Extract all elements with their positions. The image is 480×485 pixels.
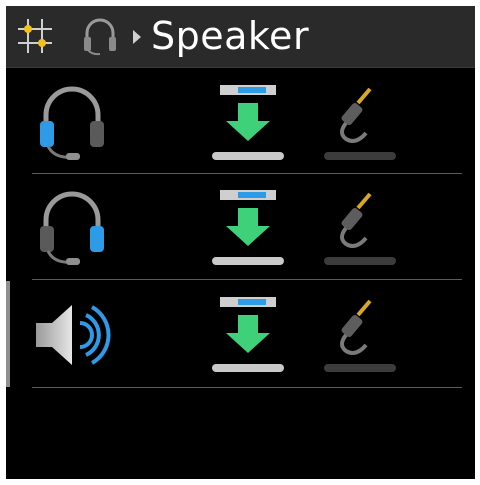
headset-left-icon xyxy=(40,86,104,160)
screen: Speaker xyxy=(6,6,475,479)
header-bar: Speaker xyxy=(6,6,475,68)
audio-jack-icon[interactable] xyxy=(332,295,382,357)
route-down-arrow-icon[interactable] xyxy=(212,295,284,365)
settings-grid-icon[interactable] xyxy=(14,17,56,55)
route-level-bar xyxy=(212,364,284,372)
scrollbar-thumb[interactable] xyxy=(6,281,10,387)
route-down-arrow-icon[interactable] xyxy=(212,188,284,258)
jack-level-bar xyxy=(324,364,396,372)
audio-jack-icon[interactable] xyxy=(332,188,382,250)
breadcrumb-arrow-icon xyxy=(133,30,141,44)
page-title: Speaker xyxy=(151,14,310,58)
headset-right-icon xyxy=(40,191,104,265)
route-level-bar xyxy=(212,257,284,265)
jack-level-bar xyxy=(324,257,396,265)
route-down-arrow-icon[interactable] xyxy=(212,83,284,153)
route-level-bar xyxy=(212,152,284,160)
device-row-headset-right[interactable] xyxy=(32,182,462,288)
audio-jack-icon[interactable] xyxy=(332,83,382,145)
headset-icon[interactable] xyxy=(80,17,120,57)
row-divider xyxy=(32,387,462,388)
device-row-headset-left[interactable] xyxy=(32,77,462,183)
jack-level-bar xyxy=(324,152,396,160)
row-divider xyxy=(32,173,462,174)
speaker-icon xyxy=(36,305,111,365)
device-row-speaker[interactable] xyxy=(32,289,462,395)
row-divider xyxy=(32,279,462,280)
